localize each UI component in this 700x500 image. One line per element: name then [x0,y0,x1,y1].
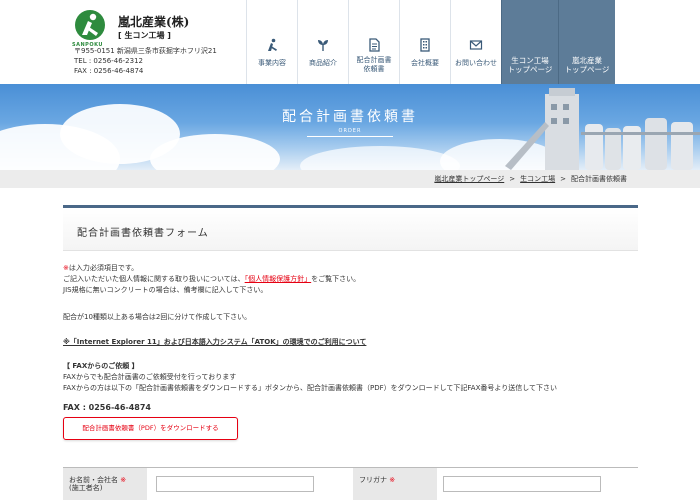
nav-label: 配合計画書 依頼書 [349,56,399,74]
sprout-icon [318,40,328,51]
document-icon [369,38,380,52]
name-label-text: お名前・会社名 [69,476,118,484]
nav-item-company-top[interactable]: 嵐北産業 トップページ [558,0,615,84]
fax-text: FAX : 0256-46-4874 [74,67,144,75]
address-text: 〒955-0151 新潟県三条市荻掘字ホフリ沢21 [74,47,217,55]
breadcrumb-link-plant[interactable]: 生コン工場 [520,175,555,183]
ie-atok-link[interactable]: ※「Internet Explorer 11」および日本語入力システム「ATOK… [63,337,366,348]
banner-underline [307,136,393,137]
nav-label-line1: 嵐北産業 [572,56,602,65]
main-content: 配合計画書依頼書フォーム ※は入力必須項目です。 ご記入いただいた個人情報に関す… [63,205,638,440]
furigana-input[interactable] [443,476,601,492]
privacy-policy-link[interactable]: 「個人情報保護方針」 [245,275,312,283]
nav-item-business[interactable]: 事業内容 [246,0,297,84]
fax-heading: 【 FAXからのご依頼 】 [63,362,139,370]
name-input[interactable] [156,476,314,492]
fax-line-2: FAXからの方は以下の「配合計画書依頼書をダウンロードする」ボタンから、配合計画… [63,384,558,392]
fax-section: 【 FAXからのご依頼 】 FAXからでも配合計画書のご依頼受付を行っております… [63,361,557,394]
tel-text: TEL : 0256-46-2312 [74,57,143,65]
contact-info: 〒955-0151 新潟県三条市荻掘字ホフリ沢21 TEL : 0256-46-… [74,46,217,76]
required-note: ※は入力必須項目です。 [63,263,360,274]
cloud-decoration [300,146,460,170]
page-title: 配合計画書依頼書フォーム [77,228,209,239]
order-form-table: お名前・会社名 ※ (施工者名) フリガナ ※ [63,467,638,500]
company-name: 嵐北産業(株) [118,15,190,29]
page-banner: 配合計画書依頼書 ORDER [0,84,700,170]
nav-label-line1: 生コン工場 [511,56,549,65]
banner-title: 配合計画書依頼書 [282,109,418,125]
required-note-text: は入力必須項目です。 [68,264,139,272]
breadcrumb-separator: > [509,175,516,183]
form-title-box: 配合計画書依頼書フォーム [63,205,638,251]
company-logo[interactable] [74,9,106,41]
banner-subtitle: ORDER [338,128,362,134]
nav-label-line1: 配合計画書 [356,56,392,64]
fax-number: FAX : 0256-46-4874 [63,403,151,412]
privacy-prefix: ご記入いただいた個人情報に関する取り扱いについては、 [63,275,245,283]
building-icon [420,38,430,52]
split-note: 配合が10種類以上ある場合は2回に分けて作成して下さい。 [63,313,252,321]
nav-item-plant-top[interactable]: 生コン工場 トップページ [501,0,558,84]
required-mark: ※ [120,476,127,484]
furigana-field-label: フリガナ ※ [353,468,437,500]
breadcrumb-current: 配合計画書依頼書 [571,175,627,183]
download-pdf-button[interactable]: 配合計画書依頼書（PDF）をダウンロードする [63,417,238,440]
nav-label-line2: トップページ [564,65,610,74]
plant-name: [ 生コン工場 ] [118,31,171,40]
logo-mark-icon [75,10,105,40]
nav-label: 商品紹介 [309,59,337,67]
jis-note: JIS規格に無いコンクリートの場合は、備考欄に記入して下さい。 [63,286,268,294]
fax-line-1: FAXからでも配合計画書のご依頼受付を行っております [63,373,237,381]
furigana-label-text: フリガナ [359,476,387,484]
person-icon [268,38,277,51]
nav-label-line2: トップページ [507,65,553,74]
site-header: SANPOKU 嵐北産業(株) [ 生コン工場 ] 〒955-0151 新潟県三… [0,0,700,84]
privacy-suffix: をご覧下さい。 [311,275,361,283]
breadcrumb-separator: > [560,175,566,183]
nav-label: 生コン工場 トップページ [502,56,558,74]
global-nav: 事業内容 商品紹介 配合計画書 依頼書 会社概要 お問い合わせ 生コン工場 トッ… [246,0,615,84]
required-mark: ※ [389,476,396,484]
mail-icon [469,40,483,50]
nav-label: 事業内容 [258,59,286,67]
nav-item-order-form[interactable]: 配合計画書 依頼書 [348,0,399,84]
nav-item-products[interactable]: 商品紹介 [297,0,348,84]
breadcrumb-bar: 嵐北産業トップページ > 生コン工場 > 配合計画書依頼書 [0,170,700,188]
nav-label: お問い合わせ [455,59,497,67]
nav-label: 会社概要 [411,59,439,67]
nav-item-company[interactable]: 会社概要 [399,0,450,84]
breadcrumb-link-home[interactable]: 嵐北産業トップページ [434,175,504,183]
breadcrumb: 嵐北産業トップページ > 生コン工場 > 配合計画書依頼書 [434,174,627,184]
nav-item-contact[interactable]: お問い合わせ [450,0,501,84]
nav-label: 嵐北産業 トップページ [559,56,615,74]
name-label-sub: (施工者名) [69,484,103,492]
privacy-note: ご記入いただいた個人情報に関する取り扱いについては、「個人情報保護方針」をご覧下… [63,274,360,285]
name-field-label: お名前・会社名 ※ (施工者名) [63,468,147,500]
intro-notes: ※は入力必須項目です。 ご記入いただいた個人情報に関する取り扱いについては、「個… [63,263,360,296]
nav-label-line2: 依頼書 [363,65,385,73]
